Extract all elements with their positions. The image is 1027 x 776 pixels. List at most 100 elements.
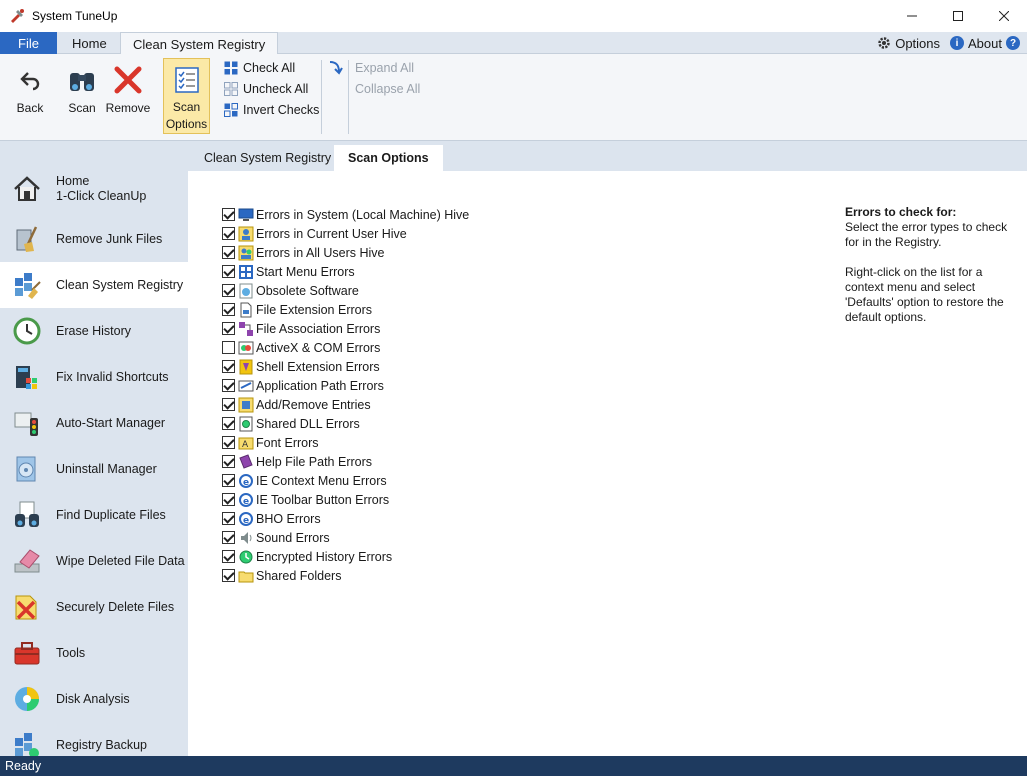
sidebar-item-erase-history[interactable]: Erase History — [0, 308, 188, 354]
error-type-checkbox[interactable] — [222, 341, 235, 354]
error-type-checkbox[interactable] — [222, 569, 235, 582]
error-type-row[interactable]: Obsolete Software — [222, 281, 469, 300]
error-type-checkbox[interactable] — [222, 455, 235, 468]
sidebar-item-remove-junk-files[interactable]: Remove Junk Files — [0, 216, 188, 262]
error-type-row[interactable]: Help File Path Errors — [222, 452, 469, 471]
help-paragraph-1: Select the error types to check for in t… — [845, 220, 1008, 249]
sidebar-item-securely-delete-files[interactable]: Securely Delete Files — [0, 584, 188, 630]
error-type-row[interactable]: Sound Errors — [222, 528, 469, 547]
monitor-icon — [238, 208, 254, 221]
error-type-row[interactable]: ActiveX & COM Errors — [222, 338, 469, 357]
error-type-row[interactable]: Shared DLL Errors — [222, 414, 469, 433]
check-all-button[interactable]: Check All — [224, 59, 295, 77]
error-type-row[interactable]: File Extension Errors — [222, 300, 469, 319]
error-type-row[interactable]: Start Menu Errors — [222, 262, 469, 281]
error-type-checkbox[interactable] — [222, 265, 235, 278]
uncheck-all-icon — [224, 82, 238, 96]
file-tab[interactable]: File — [0, 32, 57, 54]
sidebar-item-fix-invalid-shortcuts[interactable]: Fix Invalid Shortcuts — [0, 354, 188, 400]
back-label: Back — [16, 101, 44, 115]
tab-clean-system-registry[interactable]: Clean System Registry — [120, 32, 279, 55]
tab-scan-options[interactable]: Scan Options — [334, 145, 443, 171]
ie-icon: e — [239, 511, 253, 526]
error-type-row[interactable]: Add/Remove Entries — [222, 395, 469, 414]
error-type-checkbox[interactable] — [222, 474, 235, 487]
error-type-label: Start Menu Errors — [256, 264, 355, 279]
options-link[interactable]: Options — [874, 36, 943, 51]
sidebar-item-find-duplicate-files[interactable]: Find Duplicate Files — [0, 492, 188, 538]
help-icon[interactable]: ? — [1006, 36, 1020, 50]
error-type-row[interactable]: Errors in Current User Hive — [222, 224, 469, 243]
options-label: Options — [895, 35, 941, 51]
sidebar-label: Disk Analysis — [56, 691, 130, 706]
sidebar-item-disk-analysis[interactable]: Disk Analysis — [0, 676, 188, 722]
sidebar-item-clean-system-registry[interactable]: Clean System Registry — [0, 262, 188, 308]
error-types-list: Errors in System (Local Machine) Hive Err… — [222, 205, 469, 585]
sidebar-label: Wipe Deleted File Data — [56, 553, 185, 568]
error-type-row[interactable]: File Association Errors — [222, 319, 469, 338]
help-panel: Errors to check for: Select the error ty… — [845, 205, 1020, 325]
about-link[interactable]: i About ? — [947, 36, 1023, 51]
expand-all-button[interactable]: Expand All — [355, 59, 414, 77]
scan-label: Scan — [68, 101, 96, 115]
collapse-all-button[interactable]: Collapse All — [355, 80, 420, 98]
tab-clean-system-registry-content[interactable]: Clean System Registry — [190, 145, 345, 171]
sidebar-item-tools[interactable]: Tools — [0, 630, 188, 676]
error-type-checkbox[interactable] — [222, 360, 235, 373]
error-type-checkbox[interactable] — [222, 531, 235, 544]
sidebar: Home 1-Click CleanUp Remove Junk Files Cl… — [0, 166, 188, 756]
minimize-button[interactable] — [889, 0, 935, 32]
sidebar-item-registry-backup[interactable]: Registry Backup — [0, 722, 188, 756]
sidebar-home-line1: Home — [56, 174, 90, 188]
ribbon: Back Scan Remove Scan Options Check All … — [0, 54, 1027, 141]
maximize-button[interactable] — [935, 0, 981, 32]
sidebar-home-line2: 1-Click CleanUp — [56, 189, 147, 203]
file-extension-icon — [240, 302, 252, 317]
error-type-checkbox[interactable] — [222, 284, 235, 297]
error-type-checkbox[interactable] — [222, 379, 235, 392]
remove-button[interactable]: Remove — [106, 58, 150, 134]
registry-icon — [15, 273, 41, 299]
close-button[interactable] — [981, 0, 1027, 32]
sidebar-item-wipe-deleted-file-data[interactable]: Wipe Deleted File Data — [0, 538, 188, 584]
error-type-row[interactable]: Errors in All Users Hive — [222, 243, 469, 262]
content-tabs: Clean System Registry Scan Options — [188, 141, 1027, 171]
error-type-checkbox[interactable] — [222, 550, 235, 563]
sidebar-item-auto-start-manager[interactable]: Auto-Start Manager — [0, 400, 188, 446]
svg-text:e: e — [243, 497, 249, 507]
error-type-row[interactable]: Encrypted History Errors — [222, 547, 469, 566]
error-type-checkbox[interactable] — [222, 208, 235, 221]
error-type-checkbox[interactable] — [222, 512, 235, 525]
error-type-checkbox[interactable] — [222, 493, 235, 506]
error-type-checkbox[interactable] — [222, 436, 235, 449]
error-type-checkbox[interactable] — [222, 398, 235, 411]
uncheck-all-button[interactable]: Uncheck All — [224, 80, 308, 98]
sidebar-item-home[interactable]: Home 1-Click CleanUp — [0, 166, 188, 212]
error-type-row[interactable]: Shared Folders — [222, 566, 469, 585]
error-type-label: Errors in System (Local Machine) Hive — [256, 207, 470, 222]
error-type-checkbox[interactable] — [222, 322, 235, 335]
status-bar: Ready — [0, 756, 1027, 776]
error-type-checkbox[interactable] — [222, 227, 235, 240]
error-type-row[interactable]: Errors in System (Local Machine) Hive — [222, 205, 469, 224]
error-type-row[interactable]: Application Path Errors — [222, 376, 469, 395]
tab-home[interactable]: Home — [60, 32, 119, 54]
ie-icon: e — [239, 492, 253, 507]
error-type-checkbox[interactable] — [222, 303, 235, 316]
invert-checks-icon — [224, 103, 238, 117]
error-type-row[interactable]: e BHO Errors — [222, 509, 469, 528]
sidebar-item-uninstall-manager[interactable]: Uninstall Manager — [0, 446, 188, 492]
window-title: System TuneUp — [32, 9, 118, 23]
error-type-checkbox[interactable] — [222, 417, 235, 430]
error-type-checkbox[interactable] — [222, 246, 235, 259]
error-type-label: File Association Errors — [256, 321, 381, 336]
error-type-row[interactable]: e IE Toolbar Button Errors — [222, 490, 469, 509]
back-button[interactable]: Back — [8, 58, 52, 134]
invert-checks-button[interactable]: Invert Checks — [224, 101, 319, 119]
application-path-icon — [238, 380, 254, 391]
error-type-row[interactable]: Shell Extension Errors — [222, 357, 469, 376]
error-type-row[interactable]: e IE Context Menu Errors — [222, 471, 469, 490]
scan-button[interactable]: Scan — [60, 58, 104, 134]
error-type-row[interactable]: A Font Errors — [222, 433, 469, 452]
scan-options-button[interactable]: Scan Options — [163, 58, 210, 134]
